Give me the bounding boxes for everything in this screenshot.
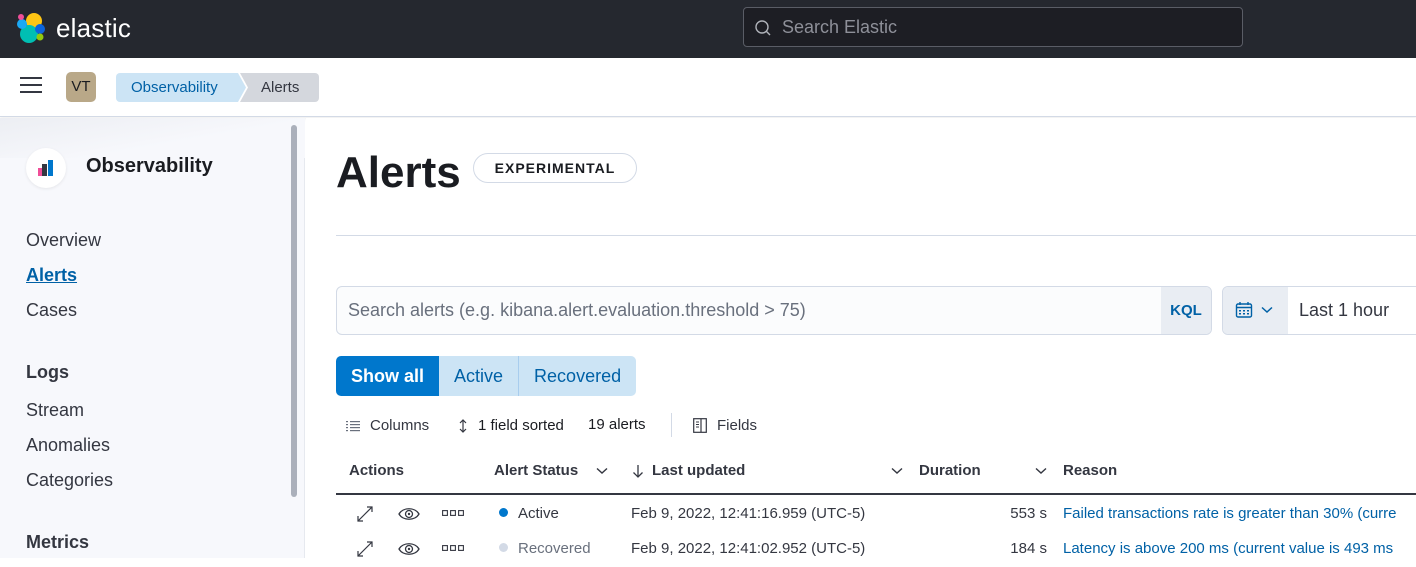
sort-label: 1 field sorted xyxy=(478,417,564,434)
status-filter-group: Show all Active Recovered xyxy=(336,356,637,396)
more-actions-icon[interactable] xyxy=(442,510,464,516)
column-header-actions: Actions xyxy=(349,462,404,479)
chevron-down-icon[interactable] xyxy=(596,467,608,475)
global-header: elastic xyxy=(0,0,1416,58)
observability-icon xyxy=(38,160,53,176)
table-row: Recovered Feb 9, 2022, 12:41:02.952 (UTC… xyxy=(336,532,1416,567)
observability-logo xyxy=(26,148,66,188)
reason-link[interactable]: Failed transactions rate is greater than… xyxy=(1063,505,1397,522)
sort-button[interactable]: 1 field sorted xyxy=(458,417,564,434)
nav-item-cases[interactable]: Cases xyxy=(26,300,77,321)
alerts-search-bar: KQL xyxy=(336,286,1212,335)
column-last-updated-label: Last updated xyxy=(652,462,746,479)
nav-item-overview[interactable]: Overview xyxy=(26,230,101,251)
status-dot-icon xyxy=(499,508,508,517)
elastic-logo-icon[interactable] xyxy=(15,12,47,44)
alerts-search-input[interactable] xyxy=(337,287,1161,334)
nav-item-alerts[interactable]: Alerts xyxy=(26,265,77,286)
columns-button[interactable]: Columns xyxy=(346,417,429,434)
page-title: Alerts xyxy=(336,148,461,197)
expand-icon[interactable] xyxy=(356,505,374,523)
global-search-input[interactable] xyxy=(782,8,1232,46)
nav-title: Observability xyxy=(86,155,213,177)
date-range-label[interactable]: Last 1 hour xyxy=(1299,287,1389,334)
nav-item-stream[interactable]: Stream xyxy=(26,400,84,421)
fields-button[interactable]: Fields xyxy=(693,417,757,434)
experimental-badge: EXPERIMENTAL xyxy=(473,153,637,183)
column-reason-label: Reason xyxy=(1063,462,1118,479)
filter-recovered-button[interactable]: Recovered xyxy=(519,356,637,396)
more-actions-icon[interactable] xyxy=(442,545,464,551)
nav-group-logs: Logs xyxy=(26,362,69,382)
column-header-duration[interactable]: Duration xyxy=(919,462,981,479)
app-header: VT Observability Alerts xyxy=(0,58,1416,117)
brand-name: elastic xyxy=(56,13,132,43)
sort-icon xyxy=(459,418,467,433)
arrow-down-icon xyxy=(633,464,643,478)
global-search[interactable] xyxy=(743,7,1243,47)
chevron-down-icon[interactable] xyxy=(1035,467,1047,475)
expand-icon[interactable] xyxy=(356,540,374,558)
last-updated-cell: Feb 9, 2022, 12:41:16.959 (UTC-5) xyxy=(631,505,866,522)
status-label: Active xyxy=(518,505,559,522)
kql-toggle-button[interactable]: KQL xyxy=(1161,287,1211,334)
hamburger-icon-line xyxy=(20,84,42,86)
breadcrumb-alerts: Alerts xyxy=(240,73,319,102)
chevron-down-icon[interactable] xyxy=(891,467,903,475)
breadcrumb-observability[interactable]: Observability xyxy=(116,73,246,102)
column-actions-label: Actions xyxy=(349,462,405,479)
side-nav: Observability Overview Alerts Cases Logs… xyxy=(0,118,305,558)
date-picker: Last 1 hour xyxy=(1222,286,1416,335)
nav-group-metrics: Metrics xyxy=(26,532,90,552)
fields-label: Fields xyxy=(717,417,758,434)
hamburger-icon-line xyxy=(20,91,42,93)
eye-icon[interactable] xyxy=(398,505,420,523)
space-avatar[interactable]: VT xyxy=(66,72,96,102)
nav-scrollbar[interactable] xyxy=(291,125,297,497)
column-header-reason[interactable]: Reason xyxy=(1063,462,1117,479)
alert-status: Active xyxy=(499,505,559,522)
status-label: Recovered xyxy=(518,540,591,557)
hamburger-icon xyxy=(20,77,42,79)
duration-cell: 184 s xyxy=(1010,540,1047,557)
filter-active-button[interactable]: Active xyxy=(439,356,520,396)
chevron-down-icon xyxy=(1261,306,1273,314)
nav-item-categories[interactable]: Categories xyxy=(26,470,113,491)
toolbar-divider xyxy=(671,413,672,437)
eye-icon[interactable] xyxy=(398,540,420,558)
column-status-label: Alert Status xyxy=(494,462,579,479)
table-toolbar: Columns 1 field sorted 19 alerts Fields xyxy=(336,413,1416,439)
calendar-icon xyxy=(1235,302,1253,318)
alerts-count: 19 alerts xyxy=(588,416,646,433)
column-header-last-updated[interactable]: Last updated xyxy=(632,462,745,479)
menu-toggle-button[interactable] xyxy=(20,77,42,95)
fields-icon xyxy=(693,418,707,433)
last-updated-cell: Feb 9, 2022, 12:41:02.952 (UTC-5) xyxy=(631,540,866,557)
filter-show-all-button[interactable]: Show all xyxy=(336,356,440,396)
column-header-alert-status[interactable]: Alert Status xyxy=(494,462,608,479)
alert-status: Recovered xyxy=(499,540,591,557)
reason-link[interactable]: Latency is above 200 ms (current value i… xyxy=(1063,540,1393,557)
nav-item-anomalies[interactable]: Anomalies xyxy=(26,435,110,456)
columns-label: Columns xyxy=(370,417,430,434)
table-header: Actions Alert Status Last updated Durati… xyxy=(336,450,1416,495)
list-icon xyxy=(346,420,360,431)
main-content: Alerts EXPERIMENTAL KQL Last 1 hour Show… xyxy=(306,118,1416,558)
status-dot-icon xyxy=(499,543,508,552)
table-row: Active Feb 9, 2022, 12:41:16.959 (UTC-5)… xyxy=(336,497,1416,532)
quick-select-button[interactable] xyxy=(1223,287,1288,334)
column-duration-label: Duration xyxy=(919,462,981,479)
duration-cell: 553 s xyxy=(1010,505,1047,522)
search-icon xyxy=(755,20,771,36)
header-divider xyxy=(336,235,1416,236)
